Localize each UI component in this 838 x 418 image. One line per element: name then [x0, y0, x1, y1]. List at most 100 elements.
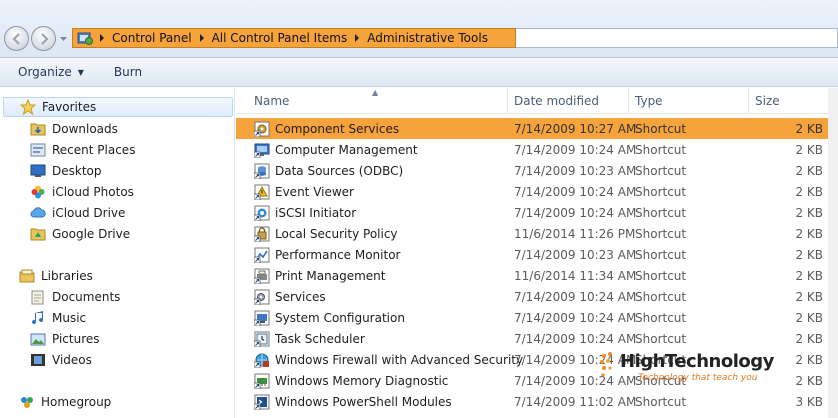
- event-viewer-icon: [254, 184, 270, 200]
- nav-item-google-drive[interactable]: Google Drive: [30, 224, 130, 244]
- nav-item-desktop[interactable]: Desktop: [30, 161, 102, 181]
- google-drive-icon: [30, 228, 46, 241]
- address-bar-empty[interactable]: [516, 28, 838, 48]
- nav-item-pictures[interactable]: Pictures: [30, 329, 100, 349]
- breadcrumb-separator-icon[interactable]: [195, 31, 209, 45]
- file-name-cell[interactable]: Local Security Policy: [236, 226, 508, 242]
- recent-pages-dropdown-icon[interactable]: [59, 35, 68, 43]
- file-row[interactable]: Local Security Policy 11/6/2014 11:26 PM S…: [236, 223, 838, 244]
- breadcrumb-control-panel[interactable]: Control Panel: [109, 31, 195, 45]
- forward-arrow-icon: [41, 33, 49, 45]
- file-row[interactable]: iSCSI Initiator 7/14/2009 10:24 AM Shortcu…: [236, 202, 838, 223]
- file-row[interactable]: Data Sources (ODBC) 7/14/2009 10:23 AM Sho…: [236, 160, 838, 181]
- file-date-modified: 11/6/2014 11:34 AM: [514, 268, 637, 283]
- organize-label: Organize: [18, 65, 72, 79]
- nav-label: iCloud Drive: [52, 206, 126, 220]
- column-header-date-modified[interactable]: Date modified: [508, 88, 629, 114]
- file-name: Windows PowerShell Modules: [275, 394, 452, 409]
- homegroup-icon: [21, 397, 33, 408]
- nav-label: Downloads: [52, 122, 118, 136]
- column-label: Type: [635, 94, 663, 108]
- file-name-cell[interactable]: Windows PowerShell Modules: [236, 394, 508, 410]
- file-name-cell[interactable]: Component Services: [236, 121, 508, 137]
- file-row[interactable]: Computer Management 7/14/2009 10:24 AM Sho…: [236, 139, 838, 160]
- file-row[interactable]: System Configuration 7/14/2009 10:24 AM Sh…: [236, 307, 838, 328]
- file-size: 3 KB: [795, 394, 823, 409]
- file-name: System Configuration: [275, 310, 405, 325]
- vertical-scrollbar[interactable]: [828, 88, 838, 418]
- star-icon: [20, 99, 36, 115]
- file-row[interactable]: Task Scheduler 7/14/2009 10:24 AM Shortcut…: [236, 328, 838, 349]
- nav-item-documents[interactable]: Documents: [30, 287, 120, 307]
- file-row[interactable]: Component Services 7/14/2009 10:27 AM Shor…: [236, 118, 838, 139]
- icloud-photos-icon: [31, 185, 45, 199]
- column-header-name[interactable]: ▲ Name: [236, 88, 508, 114]
- file-name-cell[interactable]: iSCSI Initiator: [236, 205, 508, 221]
- file-name: Event Viewer: [275, 184, 354, 199]
- hightechnology-watermark: HighTechnology Technology that teach you: [598, 350, 774, 390]
- file-name-cell[interactable]: Computer Management: [236, 142, 508, 158]
- file-type: Shortcut: [635, 247, 687, 262]
- breadcrumb[interactable]: Control Panel All Control Panel Items Ad…: [72, 28, 516, 48]
- file-name: Task Scheduler: [275, 331, 365, 346]
- file-name-cell[interactable]: Event Viewer: [236, 184, 508, 200]
- file-row[interactable]: Event Viewer 7/14/2009 10:24 AM Shortcut 2 …: [236, 181, 838, 202]
- burn-button[interactable]: Burn: [106, 60, 150, 84]
- file-name-cell[interactable]: Windows Firewall with Advanced Security: [236, 352, 523, 368]
- column-header-size[interactable]: Size: [749, 88, 829, 114]
- file-size: 2 KB: [795, 142, 823, 157]
- file-name-cell[interactable]: Task Scheduler: [236, 331, 508, 347]
- libraries-icon: [19, 269, 35, 283]
- file-size: 2 KB: [795, 163, 823, 178]
- file-name-cell[interactable]: System Configuration: [236, 310, 508, 326]
- file-name-cell[interactable]: Data Sources (ODBC): [236, 163, 508, 179]
- breadcrumb-separator-icon[interactable]: [350, 31, 364, 45]
- system-configuration-icon: [254, 310, 270, 326]
- nav-favorites[interactable]: Favorites: [3, 97, 233, 117]
- file-row[interactable]: Services 7/14/2009 10:24 AM Shortcut 2 KB: [236, 286, 838, 307]
- security-policy-icon: [254, 226, 270, 242]
- column-header-type[interactable]: Type: [629, 88, 749, 114]
- organize-button[interactable]: Organize ▼: [10, 60, 92, 84]
- desktop-icon: [30, 164, 46, 177]
- recent-places-icon: [30, 143, 46, 157]
- file-row[interactable]: Print Management 11/6/2014 11:34 AM Shortc…: [236, 265, 838, 286]
- nav-label: Videos: [52, 353, 92, 367]
- file-name-cell[interactable]: Services: [236, 289, 508, 305]
- services-icon: [254, 289, 270, 305]
- burn-label: Burn: [113, 65, 143, 79]
- watermark-tagline: Technology that teach you: [638, 373, 758, 383]
- memory-diagnostic-icon: [254, 373, 270, 389]
- nav-item-music[interactable]: Music: [30, 308, 86, 328]
- nav-libraries[interactable]: Libraries: [19, 266, 93, 286]
- file-size: 2 KB: [795, 184, 823, 199]
- file-name-cell[interactable]: Print Management: [236, 268, 508, 284]
- breadcrumb-all-items[interactable]: All Control Panel Items: [209, 31, 351, 45]
- file-date-modified: 7/14/2009 11:02 AM: [514, 394, 637, 409]
- nav-label: Pictures: [52, 332, 100, 346]
- file-name: Computer Management: [275, 142, 418, 157]
- file-name-cell[interactable]: Performance Monitor: [236, 247, 508, 263]
- nav-item-videos[interactable]: Videos: [30, 350, 92, 370]
- nav-homegroup[interactable]: Homegroup: [19, 392, 111, 412]
- nav-item-recent-places[interactable]: Recent Places: [30, 140, 135, 160]
- file-date-modified: 7/14/2009 10:24 AM: [514, 184, 637, 199]
- nav-label: Favorites: [42, 100, 97, 114]
- forward-button[interactable]: [31, 26, 56, 51]
- nav-item-downloads[interactable]: Downloads: [30, 119, 118, 139]
- file-name-cell[interactable]: Windows Memory Diagnostic: [236, 373, 508, 389]
- sort-ascending-icon: ▲: [372, 88, 379, 97]
- breadcrumb-administrative-tools[interactable]: Administrative Tools: [364, 31, 491, 45]
- file-row[interactable]: Windows PowerShell Modules 7/14/2009 11:0…: [236, 391, 838, 412]
- command-bar: Organize ▼ Burn: [0, 58, 838, 87]
- file-type: Shortcut: [635, 310, 687, 325]
- nav-item-icloud-photos[interactable]: iCloud Photos: [30, 182, 134, 202]
- column-label: Size: [755, 94, 780, 108]
- breadcrumb-separator-icon[interactable]: [95, 31, 109, 45]
- file-row[interactable]: Performance Monitor 7/14/2009 10:23 AM Sho…: [236, 244, 838, 265]
- documents-icon: [31, 290, 44, 305]
- back-button[interactable]: [4, 26, 29, 51]
- computer-management-icon: [254, 143, 270, 158]
- nav-item-icloud-drive[interactable]: iCloud Drive: [30, 203, 125, 223]
- file-size: 2 KB: [795, 310, 823, 325]
